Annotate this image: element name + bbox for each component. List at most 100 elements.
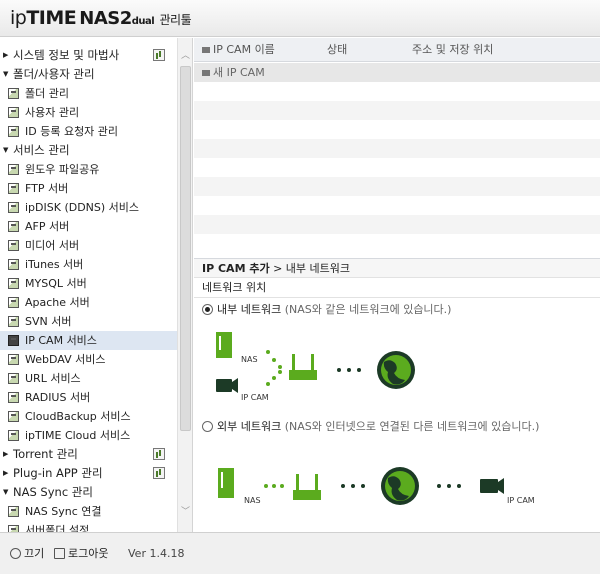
sidebar-item-iptime-cloud[interactable]: ipTIME Cloud 서비스 bbox=[0, 426, 177, 445]
logo-time: TIME bbox=[26, 7, 77, 29]
logo-tool: 관리툴 bbox=[156, 13, 192, 27]
plugin-icon bbox=[153, 467, 165, 479]
internal-network-diagram: NAS IP CAM bbox=[202, 324, 594, 404]
internal-network-hint: (NAS와 같은 네트워크에 있습니다.) bbox=[284, 303, 452, 316]
service-icon bbox=[8, 373, 19, 384]
scroll-up-icon[interactable]: ︿ bbox=[178, 48, 193, 64]
collapsed-arrow-icon: ▶ bbox=[3, 51, 9, 59]
external-network-hint: (NAS와 인터넷으로 연결된 다른 네트워크에 있습니다.) bbox=[284, 420, 540, 433]
sidebar-item-label: Apache 서버 bbox=[25, 296, 90, 309]
external-network-radio[interactable] bbox=[202, 421, 213, 432]
col-status[interactable]: 상태 bbox=[327, 38, 347, 62]
ip-camera-icon bbox=[216, 378, 238, 393]
service-icon bbox=[8, 430, 19, 441]
globe-icon bbox=[377, 351, 415, 389]
logout-button[interactable]: 로그아웃 bbox=[54, 547, 108, 561]
internal-network-label: 내부 네트워크 bbox=[217, 303, 282, 316]
scroll-down-icon[interactable]: ﹀ bbox=[178, 504, 193, 520]
sidebar-scrollbar[interactable]: ︿ ﹀ bbox=[177, 38, 193, 532]
sidebar-item-media[interactable]: 미디어 서버 bbox=[0, 236, 177, 255]
sidebar-item-nas-sync[interactable]: ▼ NAS Sync 관리 bbox=[0, 483, 177, 502]
sidebar-item-folder-user[interactable]: ▼ 폴더/사용자 관리 bbox=[0, 65, 177, 84]
main-panel: IP CAM 이름 상태 주소 및 저장 위치 새 IP CAM IP CAM … bbox=[194, 38, 600, 532]
sidebar-item-service[interactable]: ▼ 서비스 관리 bbox=[0, 141, 177, 160]
table-row bbox=[194, 158, 600, 177]
nas-device-icon bbox=[216, 332, 232, 358]
sync-icon bbox=[8, 506, 19, 517]
sidebar-item-url[interactable]: URL 서비스 bbox=[0, 369, 177, 388]
sidebar-item-id-request[interactable]: ID 등록 요청자 관리 bbox=[0, 122, 177, 141]
sidebar-item-itunes[interactable]: iTunes 서버 bbox=[0, 255, 177, 274]
sidebar-item-svn[interactable]: SVN 서버 bbox=[0, 312, 177, 331]
sidebar-item-label: 미디어 서버 bbox=[25, 239, 80, 252]
external-network-diagram: NAS IP CAM bbox=[202, 444, 594, 524]
camera-icon bbox=[202, 47, 210, 53]
sidebar-item-label: ipTIME Cloud 서비스 bbox=[25, 429, 131, 442]
sidebar-item-label: AFP 서버 bbox=[25, 220, 70, 233]
ipcam-table-header: IP CAM 이름 상태 주소 및 저장 위치 bbox=[194, 38, 600, 62]
sidebar-item-radius[interactable]: RADIUS 서버 bbox=[0, 388, 177, 407]
service-icon bbox=[8, 183, 19, 194]
power-off-button[interactable]: 끄기 bbox=[10, 547, 44, 561]
diagram-ipcam-label: IP CAM bbox=[241, 393, 269, 402]
sidebar-item-label: 서비스 관리 bbox=[13, 143, 70, 157]
sidebar-item-folder-manage[interactable]: 폴더 관리 bbox=[0, 84, 177, 103]
sidebar-item-plugin[interactable]: ▶ Plug-in APP 관리 bbox=[0, 464, 177, 483]
internal-network-option[interactable]: 내부 네트워크 (NAS와 같은 네트워크에 있습니다.) bbox=[202, 301, 451, 319]
chart-icon bbox=[153, 49, 165, 61]
service-icon bbox=[8, 202, 19, 213]
sidebar-item-label: CloudBackup 서비스 bbox=[25, 410, 131, 423]
sidebar-item-label: NAS Sync 관리 bbox=[13, 485, 93, 499]
sidebar-item-label: iTunes 서버 bbox=[25, 258, 84, 271]
sidebar-item-system-info[interactable]: ▶ 시스템 정보 및 마법사 bbox=[0, 46, 177, 65]
user-icon bbox=[8, 107, 19, 118]
service-icon bbox=[8, 297, 19, 308]
table-row bbox=[194, 196, 600, 215]
service-icon bbox=[8, 335, 19, 346]
sidebar-item-label: FTP 서버 bbox=[25, 182, 69, 195]
sidebar-item-mysql[interactable]: MYSQL 서버 bbox=[0, 274, 177, 293]
sidebar-item-cloudbackup[interactable]: CloudBackup 서비스 bbox=[0, 407, 177, 426]
sidebar-item-label: SVN 서버 bbox=[25, 315, 72, 328]
external-network-option[interactable]: 외부 네트워크 (NAS와 인터넷으로 연결된 다른 네트워크에 있습니다.) bbox=[202, 418, 539, 436]
sidebar-item-ipdisk[interactable]: ipDISK (DDNS) 서비스 bbox=[0, 198, 177, 217]
new-ipcam-row[interactable]: 새 IP CAM bbox=[194, 63, 600, 82]
internal-network-radio[interactable] bbox=[202, 304, 213, 315]
service-icon bbox=[8, 411, 19, 422]
sidebar-item-ftp[interactable]: FTP 서버 bbox=[0, 179, 177, 198]
expanded-arrow-icon: ▼ bbox=[3, 488, 9, 496]
service-icon bbox=[8, 316, 19, 327]
sidebar-item-afp[interactable]: AFP 서버 bbox=[0, 217, 177, 236]
camera-icon bbox=[202, 70, 210, 76]
service-icon bbox=[8, 164, 19, 175]
user-request-icon bbox=[8, 126, 19, 137]
torrent-icon bbox=[153, 448, 165, 460]
service-icon bbox=[8, 354, 19, 365]
collapsed-arrow-icon: ▶ bbox=[3, 450, 9, 458]
sidebar-item-windows-share[interactable]: 윈도우 파일공유 bbox=[0, 160, 177, 179]
sidebar-item-webdav[interactable]: WebDAV 서비스 bbox=[0, 350, 177, 369]
sidebar-item-label: Torrent 관리 bbox=[13, 447, 78, 461]
col-ipcam-name[interactable]: IP CAM 이름 bbox=[202, 38, 275, 62]
sidebar-item-label: URL 서비스 bbox=[25, 372, 81, 385]
scrollbar-thumb[interactable] bbox=[180, 66, 191, 431]
sidebar-item-label: WebDAV 서비스 bbox=[25, 353, 106, 366]
sidebar-item-apache[interactable]: Apache 서버 bbox=[0, 293, 177, 312]
bottom-bar: 끄기 로그아웃 Ver 1.4.18 bbox=[0, 532, 600, 574]
table-row bbox=[194, 82, 600, 101]
col-address[interactable]: 주소 및 저장 위치 bbox=[412, 38, 493, 62]
sidebar-item-server-folder[interactable]: 서버폴더 설정 bbox=[0, 521, 177, 532]
sidebar-item-label: RADIUS 서버 bbox=[25, 391, 91, 404]
sidebar-item-label: IP CAM 서비스 bbox=[25, 334, 97, 347]
sidebar-item-nas-sync-connect[interactable]: NAS Sync 연결 bbox=[0, 502, 177, 521]
logo-ip: ip bbox=[10, 7, 27, 29]
collapsed-arrow-icon: ▶ bbox=[3, 469, 9, 477]
sidebar-item-ipcam[interactable]: IP CAM 서비스 bbox=[0, 331, 177, 350]
expanded-arrow-icon: ▼ bbox=[3, 70, 9, 78]
sidebar-item-torrent[interactable]: ▶ Torrent 관리 bbox=[0, 445, 177, 464]
sidebar-item-user-manage[interactable]: 사용자 관리 bbox=[0, 103, 177, 122]
sidebar-item-label: NAS Sync 연결 bbox=[25, 505, 102, 518]
logout-icon bbox=[54, 548, 65, 559]
globe-icon bbox=[381, 467, 419, 505]
table-row bbox=[194, 139, 600, 158]
